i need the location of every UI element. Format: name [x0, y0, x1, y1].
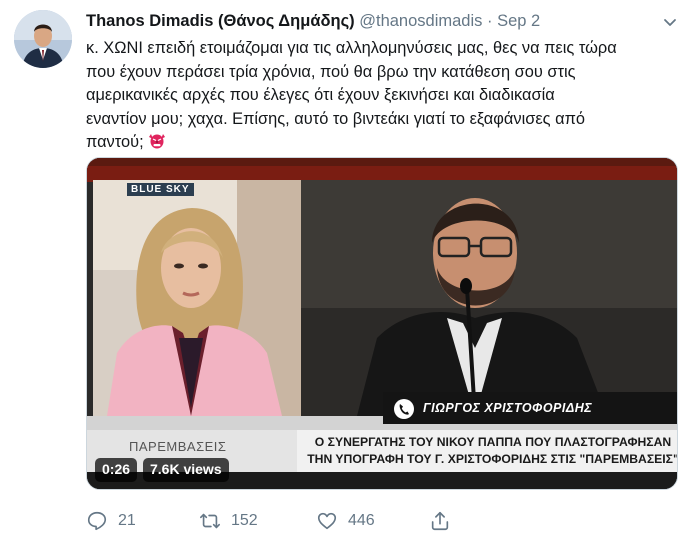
chevron-down-icon[interactable]: [662, 14, 678, 30]
tweet-text: κ. ΧΩΝΙ επειδή ετοιμάζομαι για τις αλληλ…: [86, 37, 686, 155]
retweet-button[interactable]: 152: [199, 508, 258, 534]
phone-icon: [394, 399, 414, 419]
caller-name-caption: ΓΙΩΡΓΟΣ ΧΡΙΣΤΟΦΟΡΙΔΗΣ: [423, 401, 593, 415]
tweet-text-line: κ. ΧΩΝΙ επειδή ετοιμάζομαι για τις αλληλ…: [86, 39, 617, 57]
angry-goblin-emoji-icon: [149, 134, 166, 149]
tweet-text-line: αμερικανικές αρχές που έλεγες ότι έχουν …: [86, 86, 555, 104]
video-player[interactable]: BLUE SKY ΓΙΩΡΓΟΣ ΧΡΙΣΤΟΦΟΡΙΔΗΣ ΠΑΡΕΜΒΑΣΕ…: [86, 157, 678, 490]
reply-icon: [87, 511, 107, 531]
retweet-icon: [200, 513, 220, 529]
headline-line: Ο ΣΥΝΕΡΓΑΤΗΣ ΤΟΥ ΝΙΚΟΥ ΠΑΠΠΑ ΠΟΥ ΠΛΑΣΤΟΓ…: [314, 435, 672, 449]
tweet-text-fragment: παντού;: [86, 133, 144, 151]
like-count: 446: [348, 512, 375, 529]
tweet-text-line: που έχουν περάσει τρία χρόνια, πού θα βρ…: [86, 62, 576, 81]
like-button[interactable]: 446: [316, 508, 375, 534]
author-avatar[interactable]: [14, 10, 72, 68]
separator-dot: ·: [486, 12, 493, 30]
reply-button[interactable]: 21: [86, 508, 136, 534]
channel-logo: BLUE SKY: [127, 183, 194, 196]
share-icon: [431, 511, 449, 531]
tweet-date[interactable]: Sep 2: [497, 12, 540, 30]
tweet-text-line: παντού;: [86, 131, 686, 155]
video-views-badge: 7.6K views: [143, 458, 229, 482]
news-headline: Ο ΣΥΝΕΡΓΑΤΗΣ ΤΟΥ ΝΙΚΟΥ ΠΑΠΠΑ ΠΟΥ ΠΛΑΣΤΟΓ…: [307, 434, 678, 468]
program-label: ΠΑΡΕΜΒΑΣΕΙΣ: [129, 439, 227, 454]
headline-line: ΤΗΝ ΥΠΟΓΡΑΦΗ ΤΟΥ Γ. ΧΡΙΣΤΟΦΟΡΙΔΗΣ ΣΤΙΣ "…: [307, 452, 678, 466]
author-name[interactable]: Thanos Dimadis (Θάνος Δημάδης): [86, 12, 355, 30]
share-button[interactable]: [429, 508, 461, 534]
tweet-header: Thanos Dimadis (Θάνος Δημάδης) @thanosdi…: [86, 12, 686, 34]
heart-icon: [317, 512, 337, 530]
tweet-text-line: εναντίον μου; χαχα. Επίσης, αυτό το βιντ…: [86, 109, 585, 128]
reply-count: 21: [118, 512, 136, 529]
tweet-actions: 21 152 446: [86, 508, 686, 534]
author-handle[interactable]: @thanosdimadis: [359, 12, 482, 30]
retweet-count: 152: [231, 512, 258, 529]
video-duration-badge: 0:26: [95, 458, 138, 482]
